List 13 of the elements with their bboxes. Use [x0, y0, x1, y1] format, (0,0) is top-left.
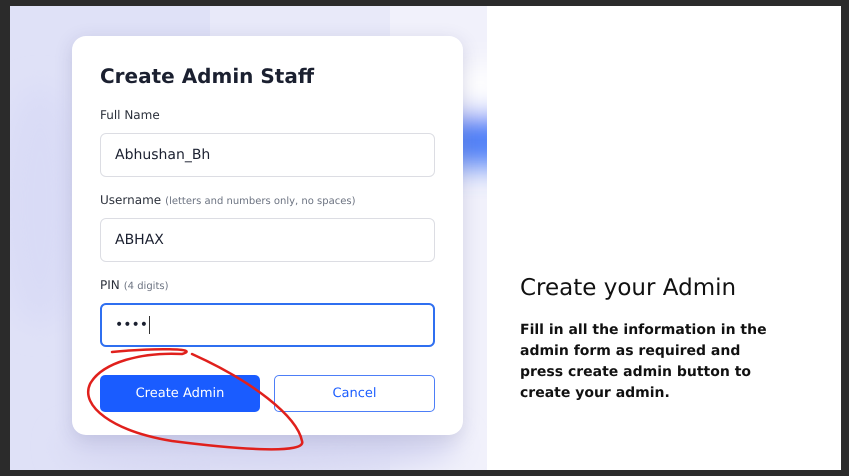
field-label: Full Name — [100, 107, 160, 124]
field-hint: (4 digits) — [124, 280, 168, 294]
input-field[interactable]: •••• — [100, 303, 435, 347]
info-text: Fill in all the information in the admin form as required and press create admin button to create your admin. — [520, 321, 768, 403]
field-hint: (letters and numbers only, no spaces) — [165, 195, 356, 209]
field-label: PIN — [100, 277, 120, 294]
cancel-button[interactable]: Cancel — [274, 375, 435, 412]
field-label: Username — [100, 192, 162, 209]
input-field[interactable]: Abhushan_Bh — [100, 133, 435, 177]
input-field[interactable]: ABHAX — [100, 218, 435, 262]
info-heading: Create your Admin — [520, 274, 738, 302]
create-admin-button[interactable]: Create Admin — [100, 375, 260, 412]
form-title: Create Admin Staff — [100, 64, 316, 88]
